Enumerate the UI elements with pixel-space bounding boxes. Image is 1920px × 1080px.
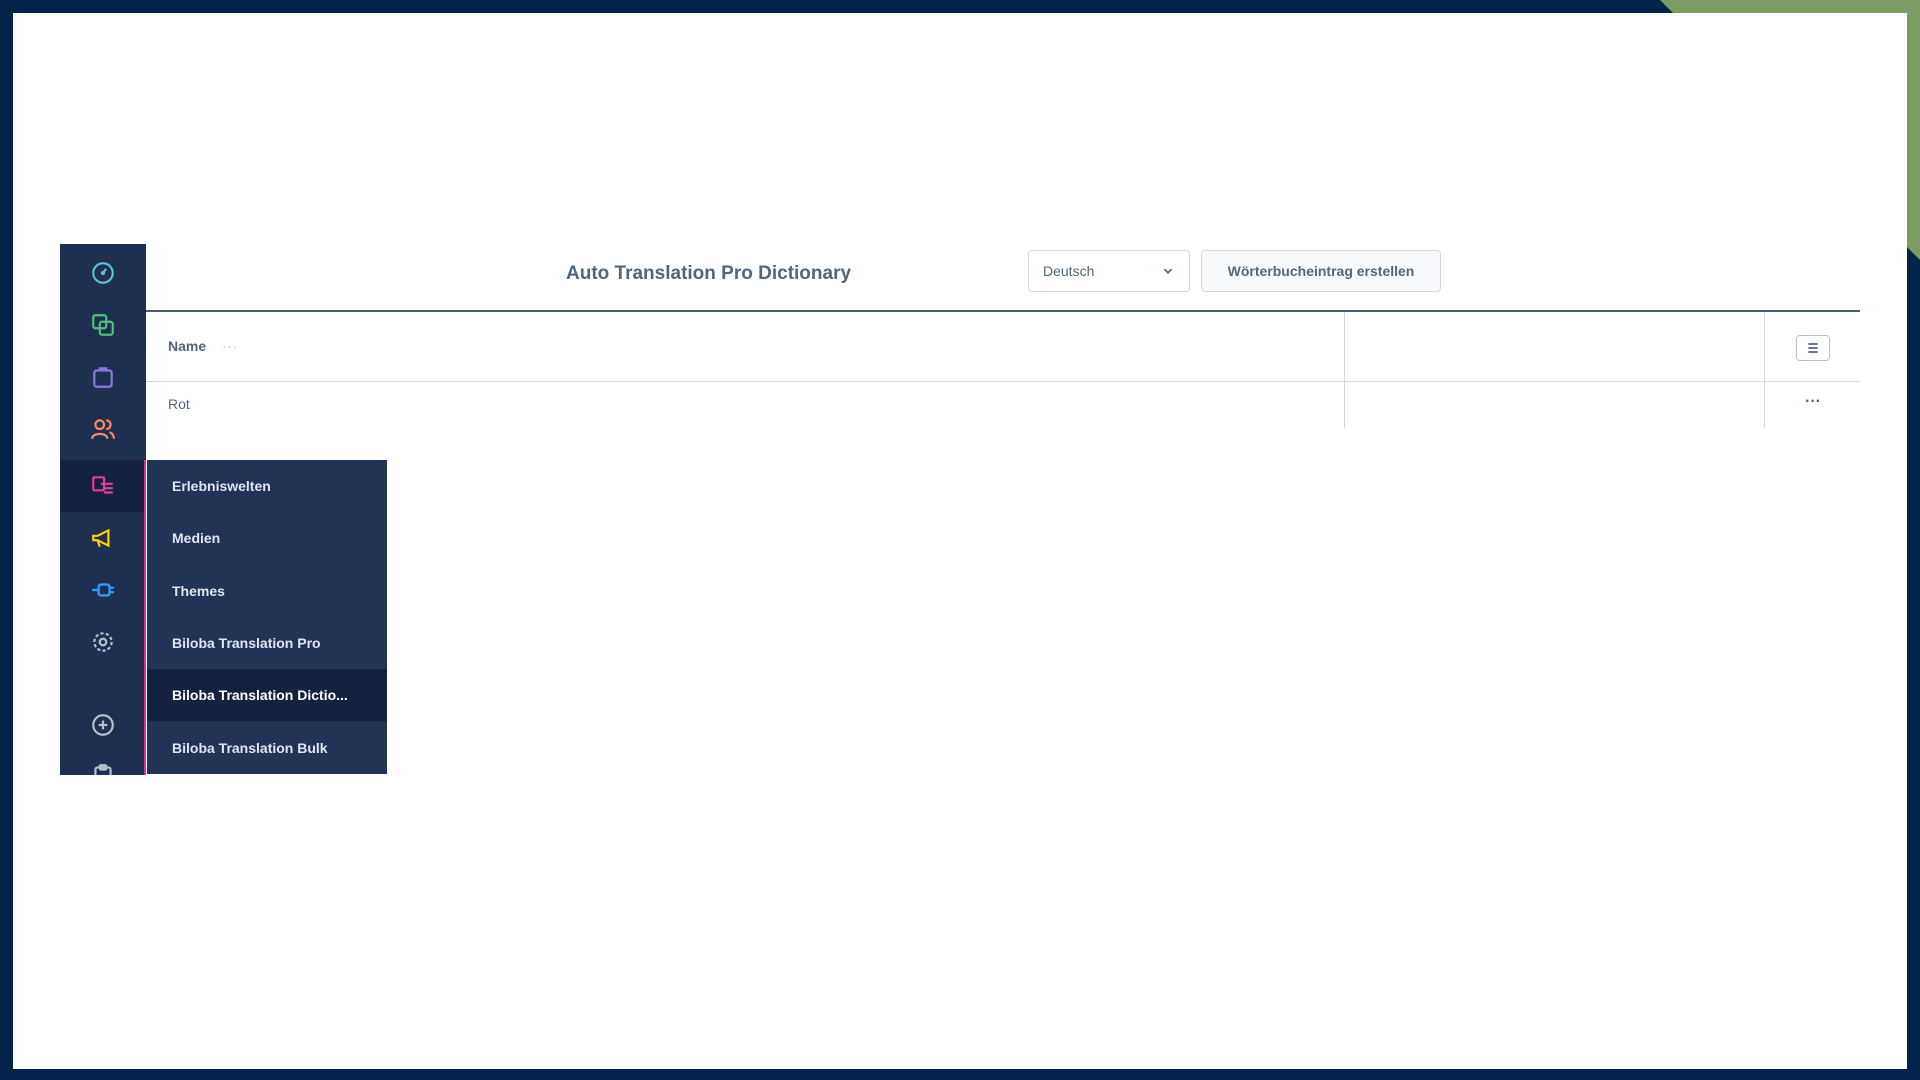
sidebar-item-settings[interactable] [60, 616, 146, 668]
content-icon [92, 476, 113, 494]
sidebar-item-clipboard[interactable] [60, 749, 146, 775]
language-select-value: Deutsch [1043, 263, 1095, 279]
chevron-down-icon [1163, 268, 1173, 274]
clipboard-icon [94, 764, 112, 775]
table-row-name-cell[interactable]: Rot [168, 396, 190, 412]
flyout-item-translation-dictionary[interactable]: Biloba Translation Dictio... [147, 669, 387, 721]
row-actions-button[interactable]: ··· [1797, 394, 1829, 417]
flyout-item-translation-pro[interactable]: Biloba Translation Pro [147, 617, 387, 669]
sidebar-item-content[interactable] [60, 460, 146, 512]
dashboard-icon [92, 262, 114, 284]
column-header-name[interactable]: Name ··· [168, 338, 238, 354]
extensions-icon [92, 583, 114, 597]
column-divider [1344, 312, 1345, 428]
page-header: Auto Translation Pro Dictionary Deutsch … [146, 244, 1860, 312]
main-sidebar [60, 244, 146, 775]
column-divider [1764, 312, 1765, 428]
settings-icon [93, 632, 113, 652]
customers-icon [91, 419, 115, 440]
catalog-icon [92, 314, 114, 336]
list-icon [1808, 343, 1818, 353]
content-flyout-menu: Erlebniswelten Medien Themes Biloba Tran… [147, 460, 387, 774]
grid-settings-button[interactable] [1796, 335, 1830, 361]
sidebar-item-extensions[interactable] [60, 564, 146, 616]
entries-grid: Name ··· Rot ··· [146, 312, 1860, 428]
flyout-item-themes[interactable]: Themes [147, 565, 387, 617]
active-indicator [144, 460, 146, 775]
orders-icon [93, 367, 113, 388]
flyout-item-erlebniswelten[interactable]: Erlebniswelten [147, 460, 387, 512]
column-options-icon[interactable]: ··· [222, 339, 238, 354]
sidebar-item-customers[interactable] [60, 403, 146, 455]
sidebar-item-marketing[interactable] [60, 512, 146, 564]
marketing-icon [92, 528, 110, 548]
sidebar-item-add[interactable] [60, 699, 146, 751]
flyout-item-medien[interactable]: Medien [147, 512, 387, 564]
sidebar-item-dashboard[interactable] [60, 247, 146, 299]
sidebar-item-orders[interactable] [60, 351, 146, 403]
header-row-divider [146, 381, 1860, 382]
sidebar-item-catalog[interactable] [60, 299, 146, 351]
create-entry-button[interactable]: Wörterbucheintrag erstellen [1201, 250, 1441, 292]
flyout-item-translation-bulk[interactable]: Biloba Translation Bulk [147, 722, 387, 774]
language-select[interactable]: Deutsch [1028, 250, 1190, 292]
column-header-label: Name [168, 338, 207, 354]
add-icon [92, 714, 114, 736]
